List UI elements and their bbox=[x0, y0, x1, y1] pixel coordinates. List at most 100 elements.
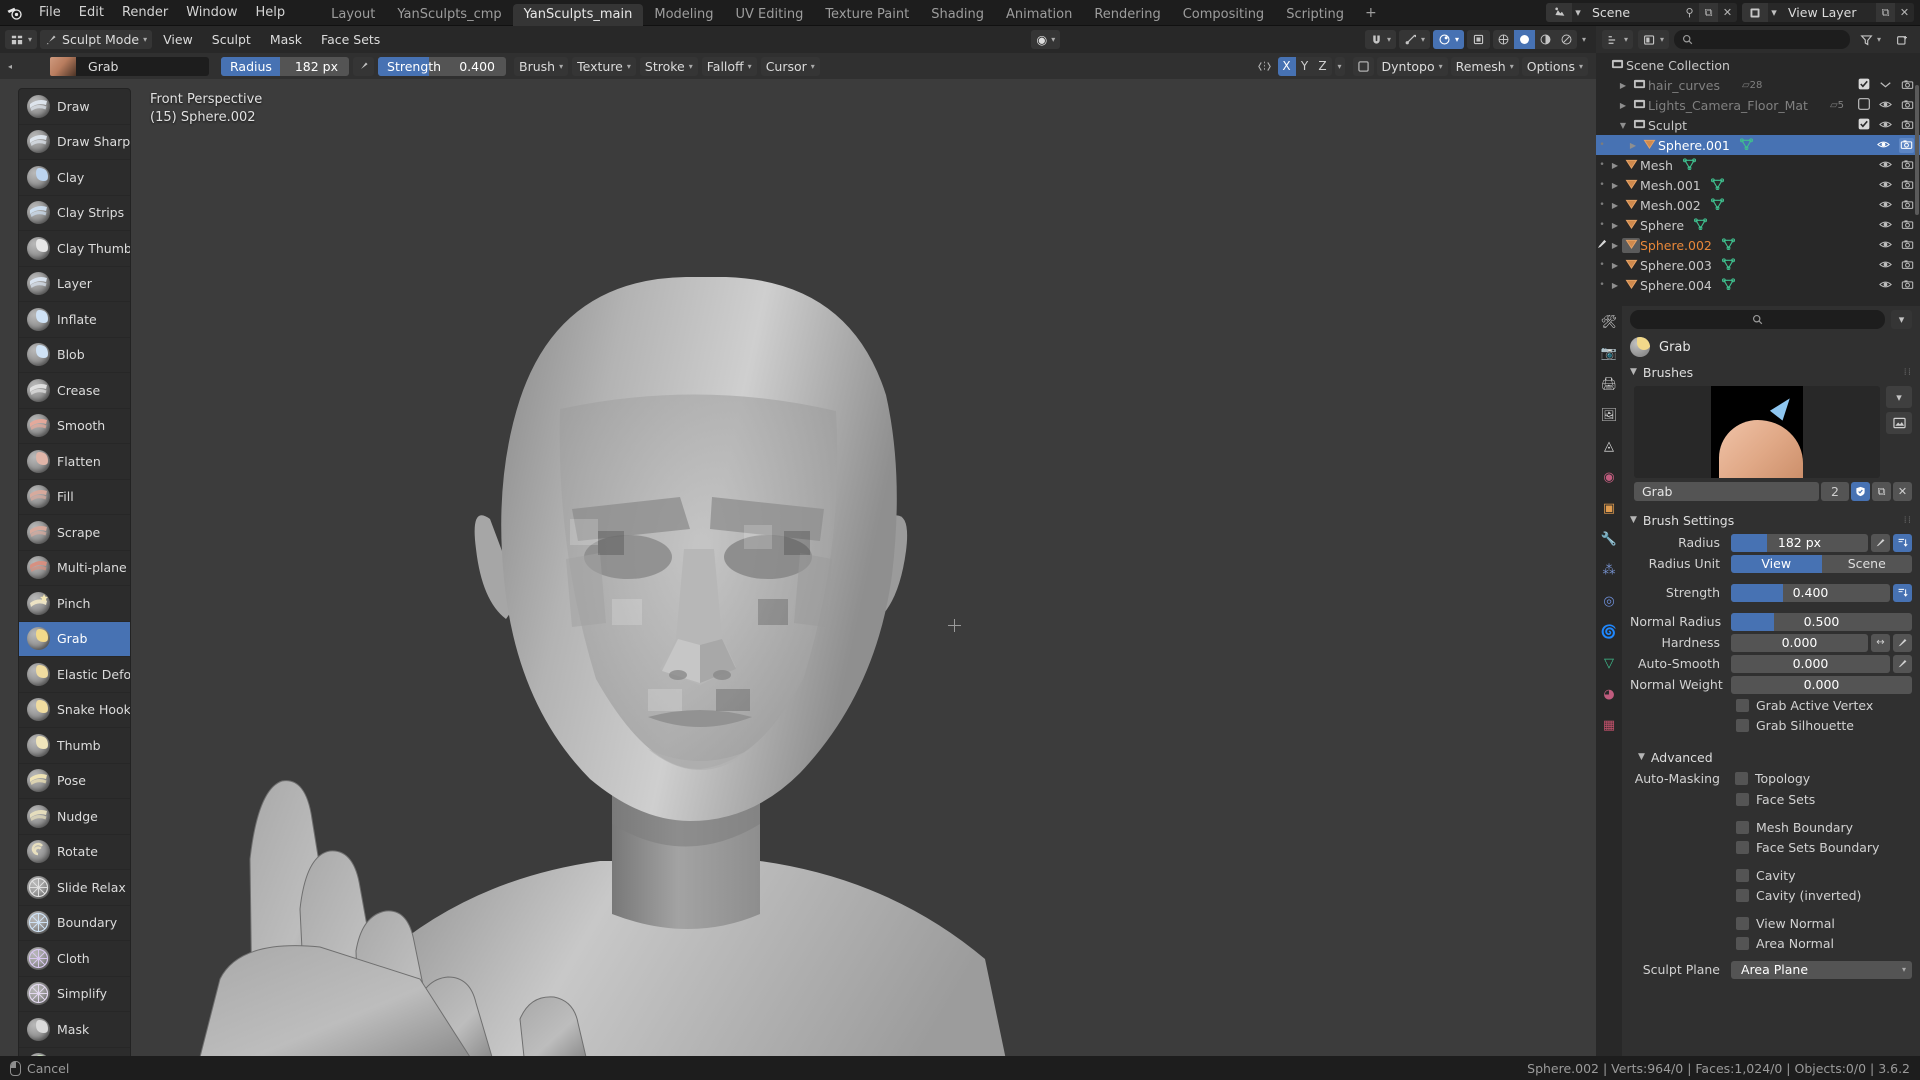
auto-masking-face-sets-checkbox[interactable] bbox=[1736, 792, 1749, 806]
radius-slider[interactable]: Radius 182 px bbox=[221, 56, 350, 76]
scene-selector[interactable]: ▾ Scene ⚲ ⧉ ✕ bbox=[1546, 3, 1737, 22]
3d-viewport[interactable]: Front Perspective (15) Sphere.002 RRCG 人… bbox=[0, 79, 1596, 1056]
outliner-row-restrict-dot[interactable]: • bbox=[1596, 220, 1608, 230]
brush-item-fill[interactable]: Fill bbox=[19, 480, 130, 515]
workspace-tab-yansculpts-cmp[interactable]: YanSculpts_cmp bbox=[386, 4, 512, 26]
auto-masking-topology-checkbox[interactable] bbox=[1735, 771, 1748, 785]
camera-icon[interactable] bbox=[1901, 198, 1914, 213]
outliner-expand-triangle[interactable]: ▶ bbox=[1616, 81, 1630, 90]
outliner-expand-triangle[interactable]: ▶ bbox=[1608, 241, 1622, 250]
brush-item-crease[interactable]: Crease bbox=[19, 373, 130, 409]
mesh-data-icon[interactable] bbox=[1682, 157, 1696, 173]
mesh-data-icon[interactable] bbox=[1721, 237, 1735, 253]
brush-item-nudge[interactable]: Nudge bbox=[19, 799, 130, 835]
mesh-data-icon[interactable] bbox=[1721, 257, 1735, 273]
outliner-row[interactable]: ▶ hair_curves ▱28 bbox=[1596, 75, 1920, 95]
outliner-expand-triangle[interactable]: ▶ bbox=[1608, 181, 1622, 190]
outliner-row[interactable]: • ▶ Mesh bbox=[1596, 155, 1920, 175]
pin-icon[interactable]: ⚲ bbox=[1680, 3, 1699, 22]
brush-item-slide-relax[interactable]: Slide Relax bbox=[19, 870, 130, 906]
close-view-layer-icon[interactable]: ✕ bbox=[1895, 3, 1914, 22]
camera-icon[interactable] bbox=[1901, 158, 1914, 173]
strength-field[interactable]: 0.400 bbox=[1731, 583, 1890, 602]
mesh-data-icon[interactable] bbox=[1710, 197, 1724, 213]
symmetry-axis-z[interactable]: Z bbox=[1313, 56, 1332, 76]
workspace-tab-animation[interactable]: Animation bbox=[995, 4, 1083, 26]
outliner-row[interactable]: • ▶ Sphere.004 bbox=[1596, 275, 1920, 295]
mesh-data-icon[interactable] bbox=[1721, 277, 1735, 293]
sculpt-mode-selector[interactable]: Sculpt Mode ▾ bbox=[40, 30, 153, 49]
outliner-row[interactable]: • ▶ Mesh.002 bbox=[1596, 195, 1920, 215]
duplicate-icon[interactable]: ⧉ bbox=[1872, 482, 1891, 501]
xray-toggle-icon[interactable]: ▾ bbox=[1432, 30, 1464, 49]
auto-masking-face-sets-row[interactable]: Face Sets bbox=[1622, 788, 1920, 808]
brush-item-clay[interactable]: Clay bbox=[19, 160, 130, 196]
eye-icon[interactable] bbox=[1877, 138, 1890, 153]
workspace-tab-yansculpts-main[interactable]: YanSculpts_main bbox=[512, 3, 644, 26]
snap-magnet-icon[interactable]: ▾ bbox=[1364, 30, 1396, 49]
camera-icon[interactable] bbox=[1901, 238, 1914, 253]
brush-item-pinch[interactable]: Pinch bbox=[19, 586, 130, 622]
outliner-row[interactable]: • ▶ Mesh.001 bbox=[1596, 175, 1920, 195]
object-data-tab[interactable]: ▽ bbox=[1599, 653, 1619, 673]
outliner-exclude-checkbox[interactable] bbox=[1857, 97, 1871, 113]
mesh-data-icon[interactable] bbox=[1710, 177, 1724, 193]
brush-item-thumb[interactable]: Thumb bbox=[19, 728, 130, 764]
arrows-icon[interactable]: ↔ bbox=[1871, 633, 1890, 652]
outliner-scrollbar[interactable] bbox=[1915, 85, 1919, 215]
outliner-expand-triangle[interactable]: ▶ bbox=[1608, 261, 1622, 270]
brush-item-boundary[interactable]: Boundary bbox=[19, 906, 130, 941]
outliner-root-row[interactable]: Scene Collection bbox=[1596, 55, 1920, 75]
workspace-tab-rendering[interactable]: Rendering bbox=[1083, 4, 1171, 26]
radius-field[interactable]: 182 px bbox=[1731, 533, 1868, 552]
camera-icon[interactable] bbox=[1899, 137, 1914, 153]
output-tab[interactable]: 🖨 bbox=[1599, 374, 1619, 394]
camera-icon[interactable] bbox=[1901, 218, 1914, 233]
auto-masking-area-normal-checkbox[interactable] bbox=[1736, 936, 1749, 950]
outliner-exclude-checkbox[interactable] bbox=[1858, 118, 1870, 133]
camera-icon[interactable] bbox=[1901, 78, 1914, 93]
brush-item-clay-thumb[interactable]: Clay Thumb bbox=[19, 231, 130, 267]
radius-pressure-icon[interactable] bbox=[353, 56, 375, 76]
chevron-down-icon[interactable] bbox=[1879, 78, 1892, 93]
symmetry-axis-x[interactable]: X bbox=[1277, 56, 1296, 76]
brush-item-draw-sharp[interactable]: Draw Sharp bbox=[19, 125, 130, 160]
outliner-tree[interactable]: Scene Collection ▶ hair_curves ▱28 ▶ Lights_… bbox=[1596, 53, 1920, 306]
outliner-row[interactable]: • ▶ Sphere.001 bbox=[1596, 135, 1920, 155]
outliner-row[interactable]: • ▶ Sphere.003 bbox=[1596, 255, 1920, 275]
brush-menu[interactable]: Brush ▾ bbox=[514, 56, 569, 76]
view-layer-tab[interactable]: 🖼 bbox=[1599, 405, 1619, 425]
brush-datablock-name[interactable]: Grab bbox=[1634, 482, 1819, 501]
brush-swatch-icon[interactable] bbox=[50, 56, 77, 76]
sculpt-plane-dropdown[interactable]: Area Plane ▾ bbox=[1731, 960, 1912, 979]
viewport-menu-view[interactable]: View bbox=[155, 30, 201, 49]
auto-masking-cavity-inverted-checkbox[interactable] bbox=[1736, 888, 1749, 902]
brushes-panel-header[interactable]: ▼ Brushes ⁞⁞ bbox=[1622, 361, 1920, 383]
brush-item-layer[interactable]: Layer bbox=[19, 267, 130, 302]
brush-item-cloth[interactable]: Cloth bbox=[19, 941, 130, 977]
remesh-menu[interactable]: Remesh ▾ bbox=[1450, 56, 1519, 76]
eye-icon[interactable] bbox=[1879, 238, 1892, 253]
hardness-pressure-icon[interactable] bbox=[1893, 633, 1912, 652]
workspace-tab-scripting[interactable]: Scripting bbox=[1275, 4, 1355, 26]
outliner-row[interactable]: ▶ Lights_Camera_Floor_Mat ▱5 bbox=[1596, 95, 1920, 115]
shading-solid-icon[interactable] bbox=[1513, 30, 1535, 49]
menu-window[interactable]: Window bbox=[177, 0, 246, 26]
view-layer-name[interactable]: View Layer bbox=[1780, 3, 1876, 22]
fake-user-icon[interactable] bbox=[1851, 482, 1870, 501]
outliner-exclude-checkbox[interactable] bbox=[1858, 78, 1870, 93]
outliner-expand-triangle[interactable]: ▼ bbox=[1616, 121, 1630, 130]
render-tab[interactable]: 📷 bbox=[1599, 343, 1619, 363]
auto-masking-area-normal-row[interactable]: Area Normal bbox=[1622, 932, 1920, 952]
brush-preview-frame[interactable] bbox=[1634, 386, 1880, 478]
brush-item-simplify[interactable]: Simplify bbox=[19, 977, 130, 1012]
grab-silhouette-row[interactable]: Grab Silhouette bbox=[1622, 714, 1920, 734]
physics-tab[interactable]: ◎ bbox=[1599, 591, 1619, 611]
auto-masking-mesh-boundary-checkbox[interactable] bbox=[1736, 820, 1749, 834]
close-scene-icon[interactable]: ✕ bbox=[1718, 3, 1737, 22]
dyntopo-checkbox[interactable] bbox=[1352, 56, 1374, 76]
advanced-panel-header[interactable]: ▼ Advanced bbox=[1622, 746, 1920, 768]
brush-item-inflate[interactable]: Inflate bbox=[19, 302, 130, 338]
cursor-menu[interactable]: Cursor ▾ bbox=[760, 56, 820, 76]
workspace-tab-uv-editing[interactable]: UV Editing bbox=[725, 4, 815, 26]
